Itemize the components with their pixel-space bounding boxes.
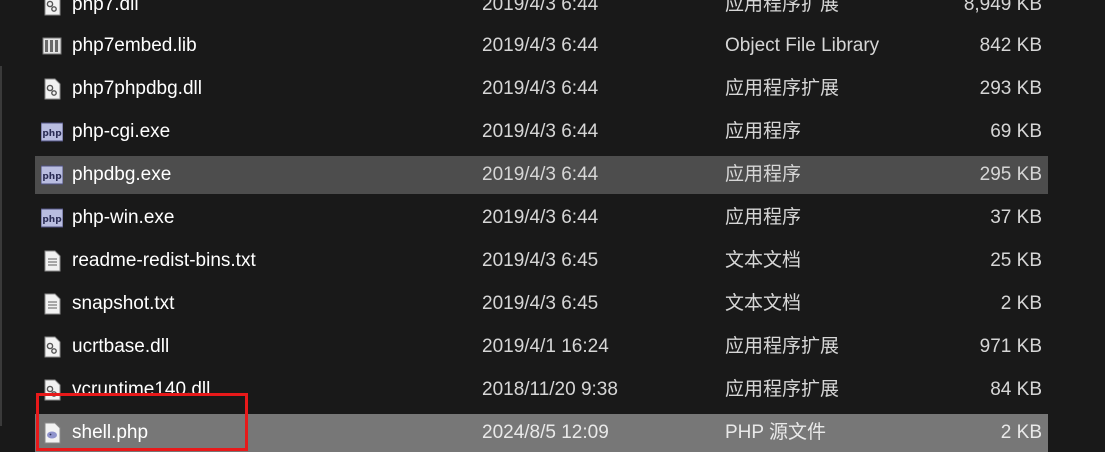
file-date: 2019/4/3 6:44 — [482, 121, 599, 142]
file-size: 37 KB — [990, 207, 1042, 228]
svg-text:php: php — [42, 172, 62, 182]
file-row[interactable]: snapshot.txt 2019/4/3 6:45 文本文档 2 KB — [35, 285, 1048, 323]
file-date: 2019/4/3 6:45 — [482, 250, 599, 271]
file-name: php7phpdbg.dll — [72, 78, 202, 99]
file-row[interactable]: php7embed.lib 2019/4/3 6:44 Object File … — [35, 27, 1048, 65]
file-type: Object File Library — [725, 35, 880, 56]
file-type: 应用程序扩展 — [725, 336, 840, 357]
php-exe-icon: php — [41, 208, 63, 228]
file-size: 971 KB — [979, 336, 1042, 357]
file-date: 2019/4/3 6:44 — [482, 164, 599, 185]
file-size: 842 KB — [979, 35, 1042, 56]
file-row[interactable]: php php-win.exe 2019/4/3 6:44 应用程序 37 KB — [35, 199, 1048, 237]
file-size: 25 KB — [990, 250, 1042, 271]
file-name: php7.dll — [72, 0, 139, 15]
file-row[interactable]: vcruntime140.dll 2018/11/20 9:38 应用程序扩展 … — [35, 371, 1048, 409]
file-date: 2019/4/3 6:44 — [482, 35, 599, 56]
text-file-icon — [44, 293, 61, 315]
file-type: 文本文档 — [725, 293, 802, 314]
php-exe-icon: php — [41, 122, 63, 142]
file-date: 2018/11/20 9:38 — [482, 379, 618, 400]
file-type: 文本文档 — [725, 250, 802, 271]
file-type: 应用程序扩展 — [725, 78, 840, 99]
svg-text:php: php — [42, 215, 62, 225]
file-size: 2 KB — [1000, 293, 1042, 314]
file-name: snapshot.txt — [72, 293, 175, 314]
file-list: php7.dll 2019/4/3 6:44 应用程序扩展 8,949 KB p… — [0, 0, 1105, 452]
file-row[interactable]: ucrtbase.dll 2019/4/1 16:24 应用程序扩展 971 K… — [35, 328, 1048, 366]
file-name: php7embed.lib — [72, 35, 197, 56]
file-date: 2019/4/3 6:44 — [482, 78, 599, 99]
lib-file-icon — [42, 37, 62, 55]
file-name: readme-redist-bins.txt — [72, 250, 256, 271]
dll-gear-icon — [44, 78, 61, 100]
file-name: vcruntime140.dll — [72, 379, 211, 400]
file-row[interactable]: php php-cgi.exe 2019/4/3 6:44 应用程序 69 KB — [35, 113, 1048, 151]
php-exe-icon: php — [41, 165, 63, 185]
file-size: 295 KB — [979, 164, 1042, 185]
file-date: 2019/4/3 6:44 — [482, 207, 599, 228]
file-row[interactable]: php7.dll 2019/4/3 6:44 应用程序扩展 8,949 KB — [35, 0, 1048, 24]
file-size: 84 KB — [990, 379, 1042, 400]
file-name: php-cgi.exe — [72, 121, 171, 142]
text-file-icon — [44, 250, 61, 272]
file-type: 应用程序扩展 — [725, 0, 840, 15]
file-row[interactable]: shell.php 2024/8/5 12:09 PHP 源文件 2 KB — [35, 414, 1048, 452]
file-size: 293 KB — [979, 78, 1042, 99]
dll-gear-icon — [44, 336, 61, 358]
file-name: shell.php — [72, 422, 149, 443]
file-row[interactable]: php phpdbg.exe 2019/4/3 6:44 应用程序 295 KB — [35, 156, 1048, 194]
file-name: ucrtbase.dll — [72, 336, 170, 357]
file-type: PHP 源文件 — [725, 422, 827, 443]
file-name: phpdbg.exe — [72, 164, 172, 185]
php-source-icon — [44, 422, 61, 444]
file-date: 2019/4/1 16:24 — [482, 336, 609, 357]
dll-gear-icon — [44, 379, 61, 401]
file-date: 2024/8/5 12:09 — [482, 422, 609, 443]
file-row[interactable]: readme-redist-bins.txt 2019/4/3 6:45 文本文… — [35, 242, 1048, 280]
file-type: 应用程序扩展 — [725, 379, 840, 400]
file-name: php-win.exe — [72, 207, 175, 228]
file-row[interactable]: php7phpdbg.dll 2019/4/3 6:44 应用程序扩展 293 … — [35, 70, 1048, 108]
file-size: 69 KB — [990, 121, 1042, 142]
dll-gear-icon — [44, 0, 61, 16]
navigation-pane-edge — [0, 66, 2, 426]
file-size: 2 KB — [1000, 422, 1042, 443]
file-size: 8,949 KB — [963, 0, 1042, 15]
file-type: 应用程序 — [725, 164, 802, 185]
svg-text:php: php — [42, 129, 62, 139]
file-type: 应用程序 — [725, 207, 802, 228]
file-date: 2019/4/3 6:44 — [482, 0, 599, 15]
file-type: 应用程序 — [725, 121, 802, 142]
file-date: 2019/4/3 6:45 — [482, 293, 599, 314]
